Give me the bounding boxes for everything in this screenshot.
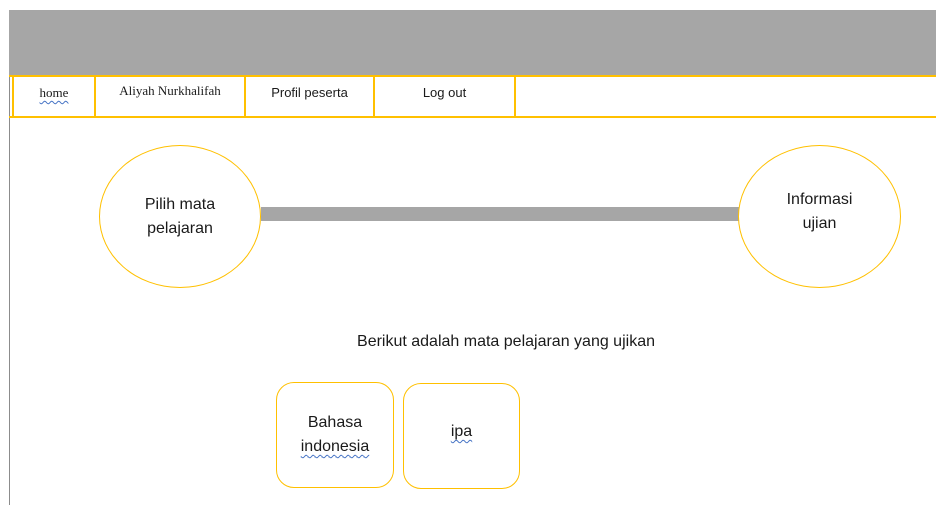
subject-card-1-line1: Bahasa xyxy=(307,414,363,431)
step-choose-subject[interactable]: Pilih mata pelajaran xyxy=(99,145,261,288)
nav-username[interactable]: Aliyah Nurkhalifah xyxy=(96,77,246,116)
subject-card-1-line2: indonesia xyxy=(300,438,370,455)
step-exam-info-line2: ujian xyxy=(802,214,837,232)
nav-profile-link[interactable]: Profil peserta xyxy=(246,77,375,116)
subject-card-ipa[interactable]: ipa xyxy=(403,383,520,489)
nav-home-link[interactable]: home xyxy=(12,77,96,116)
nav-home-label: home xyxy=(39,85,69,100)
subject-card-2-label: ipa xyxy=(450,423,473,440)
subjects-heading: Berikut adalah mata pelajaran yang ujika… xyxy=(357,333,655,350)
step-exam-info-line1: Informasi xyxy=(786,190,853,208)
step-connector-bar xyxy=(261,207,739,221)
nav-logout-link[interactable]: Log out xyxy=(375,77,516,116)
navigation-bar: home Aliyah Nurkhalifah Profil peserta L… xyxy=(9,75,936,118)
nav-profile-label: Profil peserta xyxy=(271,85,348,100)
step-choose-subject-line2: pelajaran xyxy=(147,219,213,237)
step-exam-info[interactable]: Informasi ujian xyxy=(738,145,901,288)
header-banner xyxy=(9,10,936,75)
subject-card-bahasa-indonesia[interactable]: Bahasa indonesia xyxy=(276,382,394,488)
step-choose-subject-line1: Pilih mata xyxy=(144,195,216,213)
nav-logout-label: Log out xyxy=(422,85,467,100)
nav-username-label: Aliyah Nurkhalifah xyxy=(119,83,221,98)
